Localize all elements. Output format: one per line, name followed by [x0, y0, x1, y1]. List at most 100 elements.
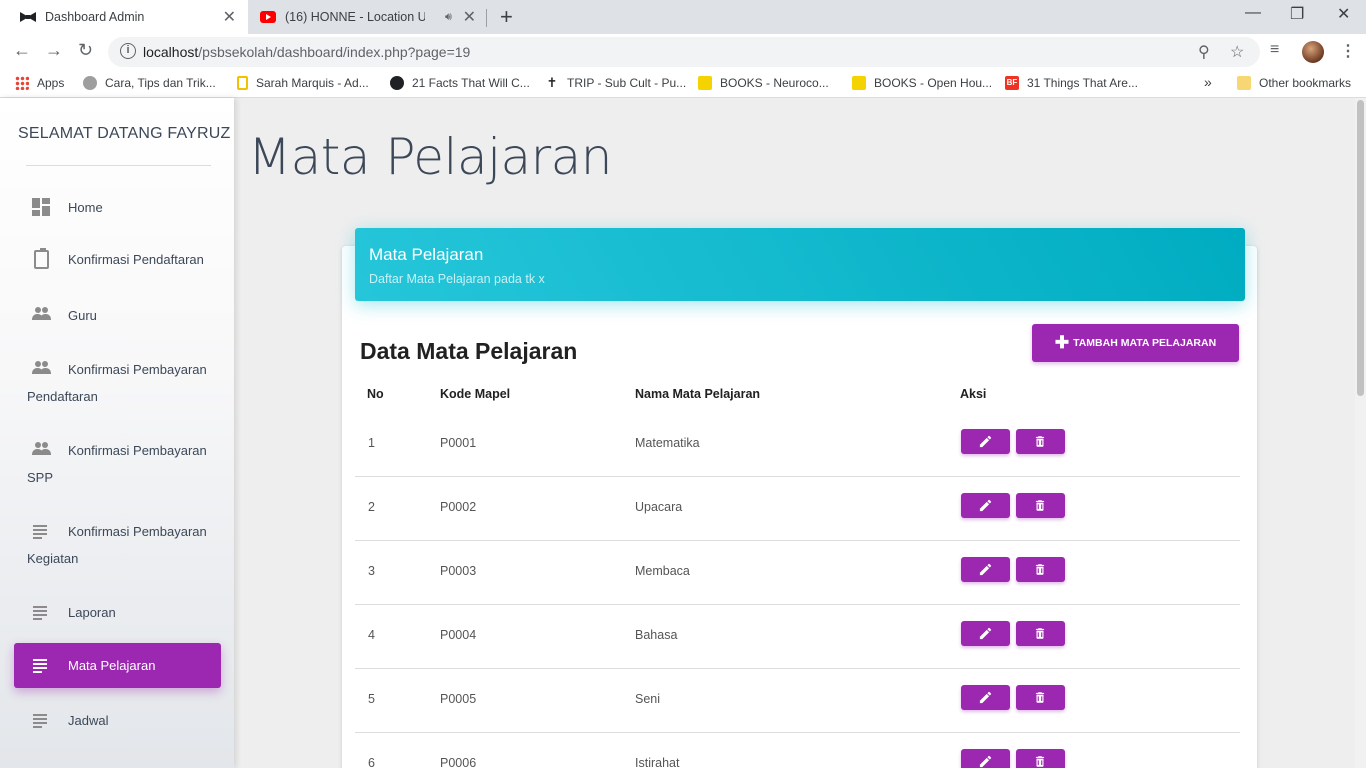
bookmarks-overflow[interactable]: » [1204, 74, 1212, 90]
delete-button[interactable] [1016, 429, 1065, 454]
reload-icon[interactable]: ↻ [78, 40, 93, 61]
scrollbar-thumb[interactable] [1357, 100, 1364, 396]
zoom-icon[interactable]: ⚲ [1198, 42, 1210, 62]
page-title: Mata Pelajaran [248, 128, 613, 186]
cell-no: 1 [368, 436, 375, 450]
add-subject-button[interactable]: ✚ TAMBAH MATA PELAJARAN [1032, 324, 1239, 362]
buzzfeed-icon: BF [1005, 76, 1019, 90]
cell-nama: Upacara [635, 500, 683, 514]
tab-title: (16) HONNE - Location Unkn [285, 10, 425, 24]
delete-button[interactable] [1016, 621, 1065, 646]
clipboard-icon [34, 248, 49, 269]
bookmark-item[interactable]: ✝ TRIP - Sub Cult - Pu... [545, 75, 687, 91]
new-tab-icon[interactable]: + [500, 4, 513, 30]
delete-button[interactable] [1016, 493, 1065, 518]
close-window-icon[interactable]: ✕ [1337, 4, 1350, 24]
edit-button[interactable] [961, 621, 1010, 646]
sidebar-item-konfirmasi-pembayaran-pendaftaran[interactable]: Konfirmasi Pembayaran Pendaftaran [14, 360, 221, 405]
divider [26, 165, 211, 166]
tab-dashboard-admin[interactable]: Dashboard Admin ✕ [0, 0, 248, 34]
youtube-icon [260, 11, 276, 23]
other-bookmarks[interactable]: Other bookmarks [1237, 76, 1351, 90]
folder-icon [1237, 76, 1251, 90]
plus-icon: ✚ [1054, 333, 1070, 352]
cell-no: 4 [368, 628, 375, 642]
cell-kode: P0005 [440, 692, 477, 706]
people-icon [32, 360, 51, 378]
menu-kebab-icon[interactable]: ⋮ [1340, 41, 1356, 61]
bookmark-item[interactable]: BOOKS - Neuroco... [698, 76, 829, 90]
site-info-icon[interactable]: i [120, 43, 136, 59]
notes-icon [32, 603, 50, 621]
tab-title: Dashboard Admin [45, 10, 145, 24]
bookmark-item[interactable]: BOOKS - Open Hou... [852, 76, 992, 90]
tab-separator [486, 9, 487, 27]
cell-nama: Bahasa [635, 628, 678, 642]
close-tab-icon[interactable]: ✕ [463, 7, 476, 27]
notes-icon [32, 656, 50, 674]
sidebar-item-konfirmasi-pembayaran-kegiatan[interactable]: Konfirmasi Pembayaran Kegiatan [14, 522, 221, 567]
cell-nama: Istirahat [635, 756, 680, 768]
edit-button[interactable] [961, 749, 1010, 768]
bookmark-page-icon [237, 76, 248, 90]
bookmark-apps[interactable]: Apps [15, 76, 64, 90]
delete-button[interactable] [1016, 749, 1065, 768]
card-title: Mata Pelajaran [369, 245, 484, 264]
sidebar-item-mata-pelajaran[interactable]: Mata Pelajaran [14, 643, 221, 688]
edit-button[interactable] [961, 429, 1010, 454]
cell-kode: P0003 [440, 564, 477, 578]
table-row: 1 P0001 Matematika [355, 413, 1240, 477]
globe-icon [83, 76, 97, 90]
section-title: Data Mata Pelajaran [360, 338, 578, 364]
sidebar-item-konfirmasi-pembayaran-spp[interactable]: Konfirmasi Pembayaran SPP [14, 441, 221, 486]
bookmarks-bar: Apps Cara, Tips dan Trik... Sarah Marqui… [0, 70, 1366, 98]
cell-kode: P0002 [440, 500, 477, 514]
delete-button[interactable] [1016, 685, 1065, 710]
browser-toolbar: ← → ↻ i localhost/psbsekolah/dashboard/i… [0, 34, 1366, 70]
minimize-icon[interactable]: — [1245, 4, 1261, 22]
cell-kode: P0001 [440, 436, 477, 450]
dashboard-icon [32, 198, 50, 216]
edit-button[interactable] [961, 685, 1010, 710]
edit-button[interactable] [961, 493, 1010, 518]
page-scrollbar[interactable] [1355, 98, 1366, 768]
cell-kode: P0004 [440, 628, 477, 642]
media-queue-icon[interactable]: ≡ [1270, 41, 1279, 59]
bowtie-icon [20, 12, 36, 22]
back-icon[interactable]: ← [13, 40, 31, 61]
card-header: Mata Pelajaran Daftar Mata Pelajaran pad… [355, 228, 1245, 301]
address-bar[interactable]: i localhost/psbsekolah/dashboard/index.p… [108, 37, 1260, 67]
audio-playing-icon[interactable]: 🔊︎ [445, 11, 452, 24]
bookmark-item[interactable]: Cara, Tips dan Trik... [83, 76, 216, 90]
cell-no: 3 [368, 564, 375, 578]
bookmark-item[interactable]: 21 Facts That Will C... [390, 76, 530, 90]
column-header-nama: Nama Mata Pelajaran [635, 387, 761, 401]
cell-no: 5 [368, 692, 375, 706]
table-row: 3 P0003 Membaca [355, 541, 1240, 605]
edit-button[interactable] [961, 557, 1010, 582]
card-subtitle: Daftar Mata Pelajaran pada tk x [369, 272, 545, 286]
close-tab-icon[interactable]: ✕ [223, 7, 236, 27]
forward-icon[interactable]: → [45, 40, 63, 61]
books-logo-icon [852, 76, 866, 90]
browser-tabstrip: Dashboard Admin ✕ (16) HONNE - Location … [0, 0, 1366, 34]
cell-no: 2 [368, 500, 375, 514]
tab-honne[interactable]: (16) HONNE - Location Unkn 🔊︎ ✕ [250, 0, 488, 34]
people-icon [32, 306, 51, 324]
notes-icon [32, 522, 50, 540]
table-row: 5 P0005 Seni [355, 669, 1240, 733]
column-header-aksi: Aksi [960, 387, 987, 401]
books-logo-icon [698, 76, 712, 90]
delete-button[interactable] [1016, 557, 1065, 582]
bookmark-star-icon[interactable]: ☆ [1230, 42, 1244, 62]
table-row: 6 P0006 Istirahat [355, 733, 1240, 768]
url-text: localhost/psbsekolah/dashboard/index.php… [143, 44, 471, 60]
bookmark-item[interactable]: BF 31 Things That Are... [1005, 76, 1138, 90]
avatar[interactable] [1302, 41, 1324, 63]
restore-icon[interactable]: ❐ [1290, 4, 1304, 24]
cross-icon: ✝ [546, 75, 558, 90]
cell-nama: Matematika [635, 436, 700, 450]
cell-nama: Seni [635, 692, 661, 706]
bookmark-item[interactable]: Sarah Marquis - Ad... [237, 76, 369, 90]
people-icon [32, 441, 51, 459]
